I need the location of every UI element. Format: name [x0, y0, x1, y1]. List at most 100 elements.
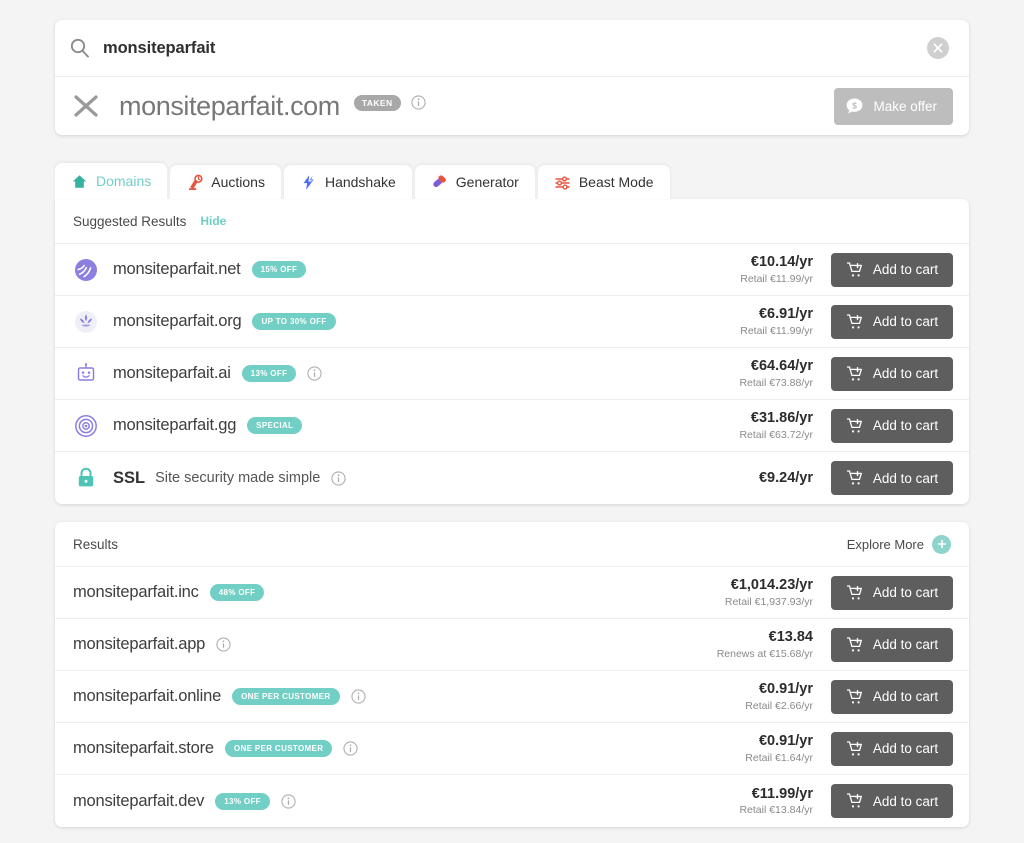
x-icon: [73, 93, 99, 119]
retail-price: Retail €13.84/yr: [739, 804, 813, 817]
discount-badge: 48% OFF: [210, 584, 265, 601]
discount-badge: 13% OFF: [242, 365, 297, 382]
info-icon[interactable]: [343, 741, 358, 756]
suggested-row[interactable]: monsiteparfait.net 15% OFF €10.14/yr Ret…: [55, 244, 969, 296]
retail-price: Retail €1,937.93/yr: [725, 596, 813, 609]
price-block: €11.99/yr Retail €13.84/yr: [739, 785, 831, 817]
tab-handshake[interactable]: Handshake: [284, 165, 412, 199]
result-row[interactable]: monsiteparfait.app €13.84 Renews at €15.…: [55, 619, 969, 671]
status-badge: TAKEN: [354, 95, 401, 111]
cart-icon: [846, 636, 864, 654]
price: €0.91/yr: [745, 680, 813, 698]
result-row[interactable]: monsiteparfait.dev 13% OFF €11.99/yr Ret…: [55, 775, 969, 827]
add-to-cart-button[interactable]: Add to cart: [831, 784, 953, 818]
search-input[interactable]: monsiteparfait: [103, 39, 215, 58]
tab-beast-mode-label: Beast Mode: [579, 174, 654, 190]
svg-text:$: $: [853, 100, 858, 110]
ssl-label: SSL: [113, 469, 145, 488]
result-row[interactable]: monsiteparfait.online ONE PER CUSTOMER €…: [55, 671, 969, 723]
add-to-cart-button[interactable]: Add to cart: [831, 680, 953, 714]
price: €1,014.23/yr: [725, 576, 813, 594]
domain-name: monsiteparfait.gg: [113, 416, 236, 435]
domain-name: monsiteparfait.online: [73, 687, 221, 706]
info-icon[interactable]: [331, 471, 346, 486]
sliders-icon: [554, 174, 571, 191]
retail-price: Retail €1.64/yr: [745, 752, 813, 765]
search-bar[interactable]: monsiteparfait: [55, 20, 969, 77]
add-to-cart-button[interactable]: Add to cart: [831, 305, 953, 339]
add-to-cart-label: Add to cart: [873, 314, 938, 329]
price-block: €0.91/yr Retail €1.64/yr: [745, 732, 831, 764]
tab-auctions-label: Auctions: [211, 174, 265, 190]
domain-name: monsiteparfait.org: [113, 312, 241, 331]
taken-domain-name: monsiteparfait.com: [119, 91, 340, 122]
add-to-cart-button[interactable]: Add to cart: [831, 461, 953, 495]
ssl-description: Site security made simple: [155, 470, 320, 486]
info-icon[interactable]: [351, 689, 366, 704]
price-block: €64.64/yr Retail €73.88/yr: [739, 357, 831, 389]
info-icon[interactable]: [281, 794, 296, 809]
retail-price: Retail €11.99/yr: [740, 325, 813, 338]
tab-domains-label: Domains: [96, 173, 151, 189]
suggested-row[interactable]: monsiteparfait.org UP TO 30% OFF €6.91/y…: [55, 296, 969, 348]
add-to-cart-button[interactable]: Add to cart: [831, 357, 953, 391]
results-card: Results Explore More monsiteparfait.inc …: [55, 522, 969, 827]
add-to-cart-button[interactable]: Add to cart: [831, 732, 953, 766]
domain-name: monsiteparfait.app: [73, 635, 205, 654]
tab-beast-mode[interactable]: Beast Mode: [538, 165, 670, 199]
tab-auctions[interactable]: Auctions: [170, 165, 281, 199]
suggested-row[interactable]: monsiteparfait.gg SPECIAL €31.86/yr Reta…: [55, 400, 969, 452]
info-icon[interactable]: [307, 366, 322, 381]
tab-domains[interactable]: Domains: [55, 163, 167, 199]
retail-price: Retail €2.66/yr: [745, 700, 813, 713]
suggested-row[interactable]: monsiteparfait.ai 13% OFF €64.64/yr Reta…: [55, 348, 969, 400]
add-to-cart-label: Add to cart: [873, 262, 938, 277]
add-to-cart-button[interactable]: Add to cart: [831, 409, 953, 443]
cart-icon: [846, 688, 864, 706]
price: €6.91/yr: [740, 305, 813, 323]
hide-suggested-link[interactable]: Hide: [200, 214, 226, 228]
cart-icon: [846, 261, 864, 279]
tab-generator[interactable]: Generator: [415, 165, 535, 199]
info-icon[interactable]: [216, 637, 231, 652]
suggested-row-ssl[interactable]: SSL Site security made simple €9.24/yr A…: [55, 452, 969, 504]
domain-name: monsiteparfait.net: [113, 260, 241, 279]
price-block: €10.14/yr Retail €11.99/yr: [740, 253, 831, 285]
retail-price: Retail €63.72/yr: [739, 429, 813, 442]
home-icon: [71, 173, 88, 190]
price: €10.14/yr: [740, 253, 813, 271]
cart-icon: [846, 365, 864, 383]
cart-icon: [846, 313, 864, 331]
search-icon: [69, 37, 91, 59]
cart-icon: [846, 417, 864, 435]
make-offer-label: Make offer: [873, 99, 937, 114]
result-row[interactable]: monsiteparfait.inc 48% OFF €1,014.23/yr …: [55, 567, 969, 619]
renewal-price: Renews at €15.68/yr: [717, 648, 813, 661]
price-block: €13.84 Renews at €15.68/yr: [717, 628, 831, 660]
close-icon: [933, 43, 943, 53]
gg-target-icon: [73, 413, 99, 439]
result-row[interactable]: monsiteparfait.store ONE PER CUSTOMER €0…: [55, 723, 969, 775]
plus-icon: [932, 535, 951, 554]
cart-icon: [846, 792, 864, 810]
explore-more-button[interactable]: Explore More: [847, 535, 951, 554]
domain-name: monsiteparfait.inc: [73, 583, 199, 602]
make-offer-button[interactable]: $ Make offer: [834, 88, 953, 125]
domain-name: monsiteparfait.ai: [113, 364, 231, 383]
org-lotus-icon: [73, 309, 99, 335]
price-block: €9.24/yr: [759, 469, 831, 487]
dollar-bubble-icon: $: [845, 97, 864, 116]
offer-badge: ONE PER CUSTOMER: [225, 740, 332, 757]
cart-icon: [846, 740, 864, 758]
explore-more-label: Explore More: [847, 537, 924, 552]
domain-name: monsiteparfait.store: [73, 739, 214, 758]
add-to-cart-button[interactable]: Add to cart: [831, 628, 953, 662]
cart-icon: [846, 584, 864, 602]
discount-badge: UP TO 30% OFF: [252, 313, 335, 330]
offer-badge: ONE PER CUSTOMER: [232, 688, 339, 705]
add-to-cart-button[interactable]: Add to cart: [831, 253, 953, 287]
info-icon[interactable]: [411, 95, 426, 110]
clear-search-button[interactable]: [927, 37, 949, 59]
results-title: Results: [73, 537, 118, 552]
add-to-cart-button[interactable]: Add to cart: [831, 576, 953, 610]
